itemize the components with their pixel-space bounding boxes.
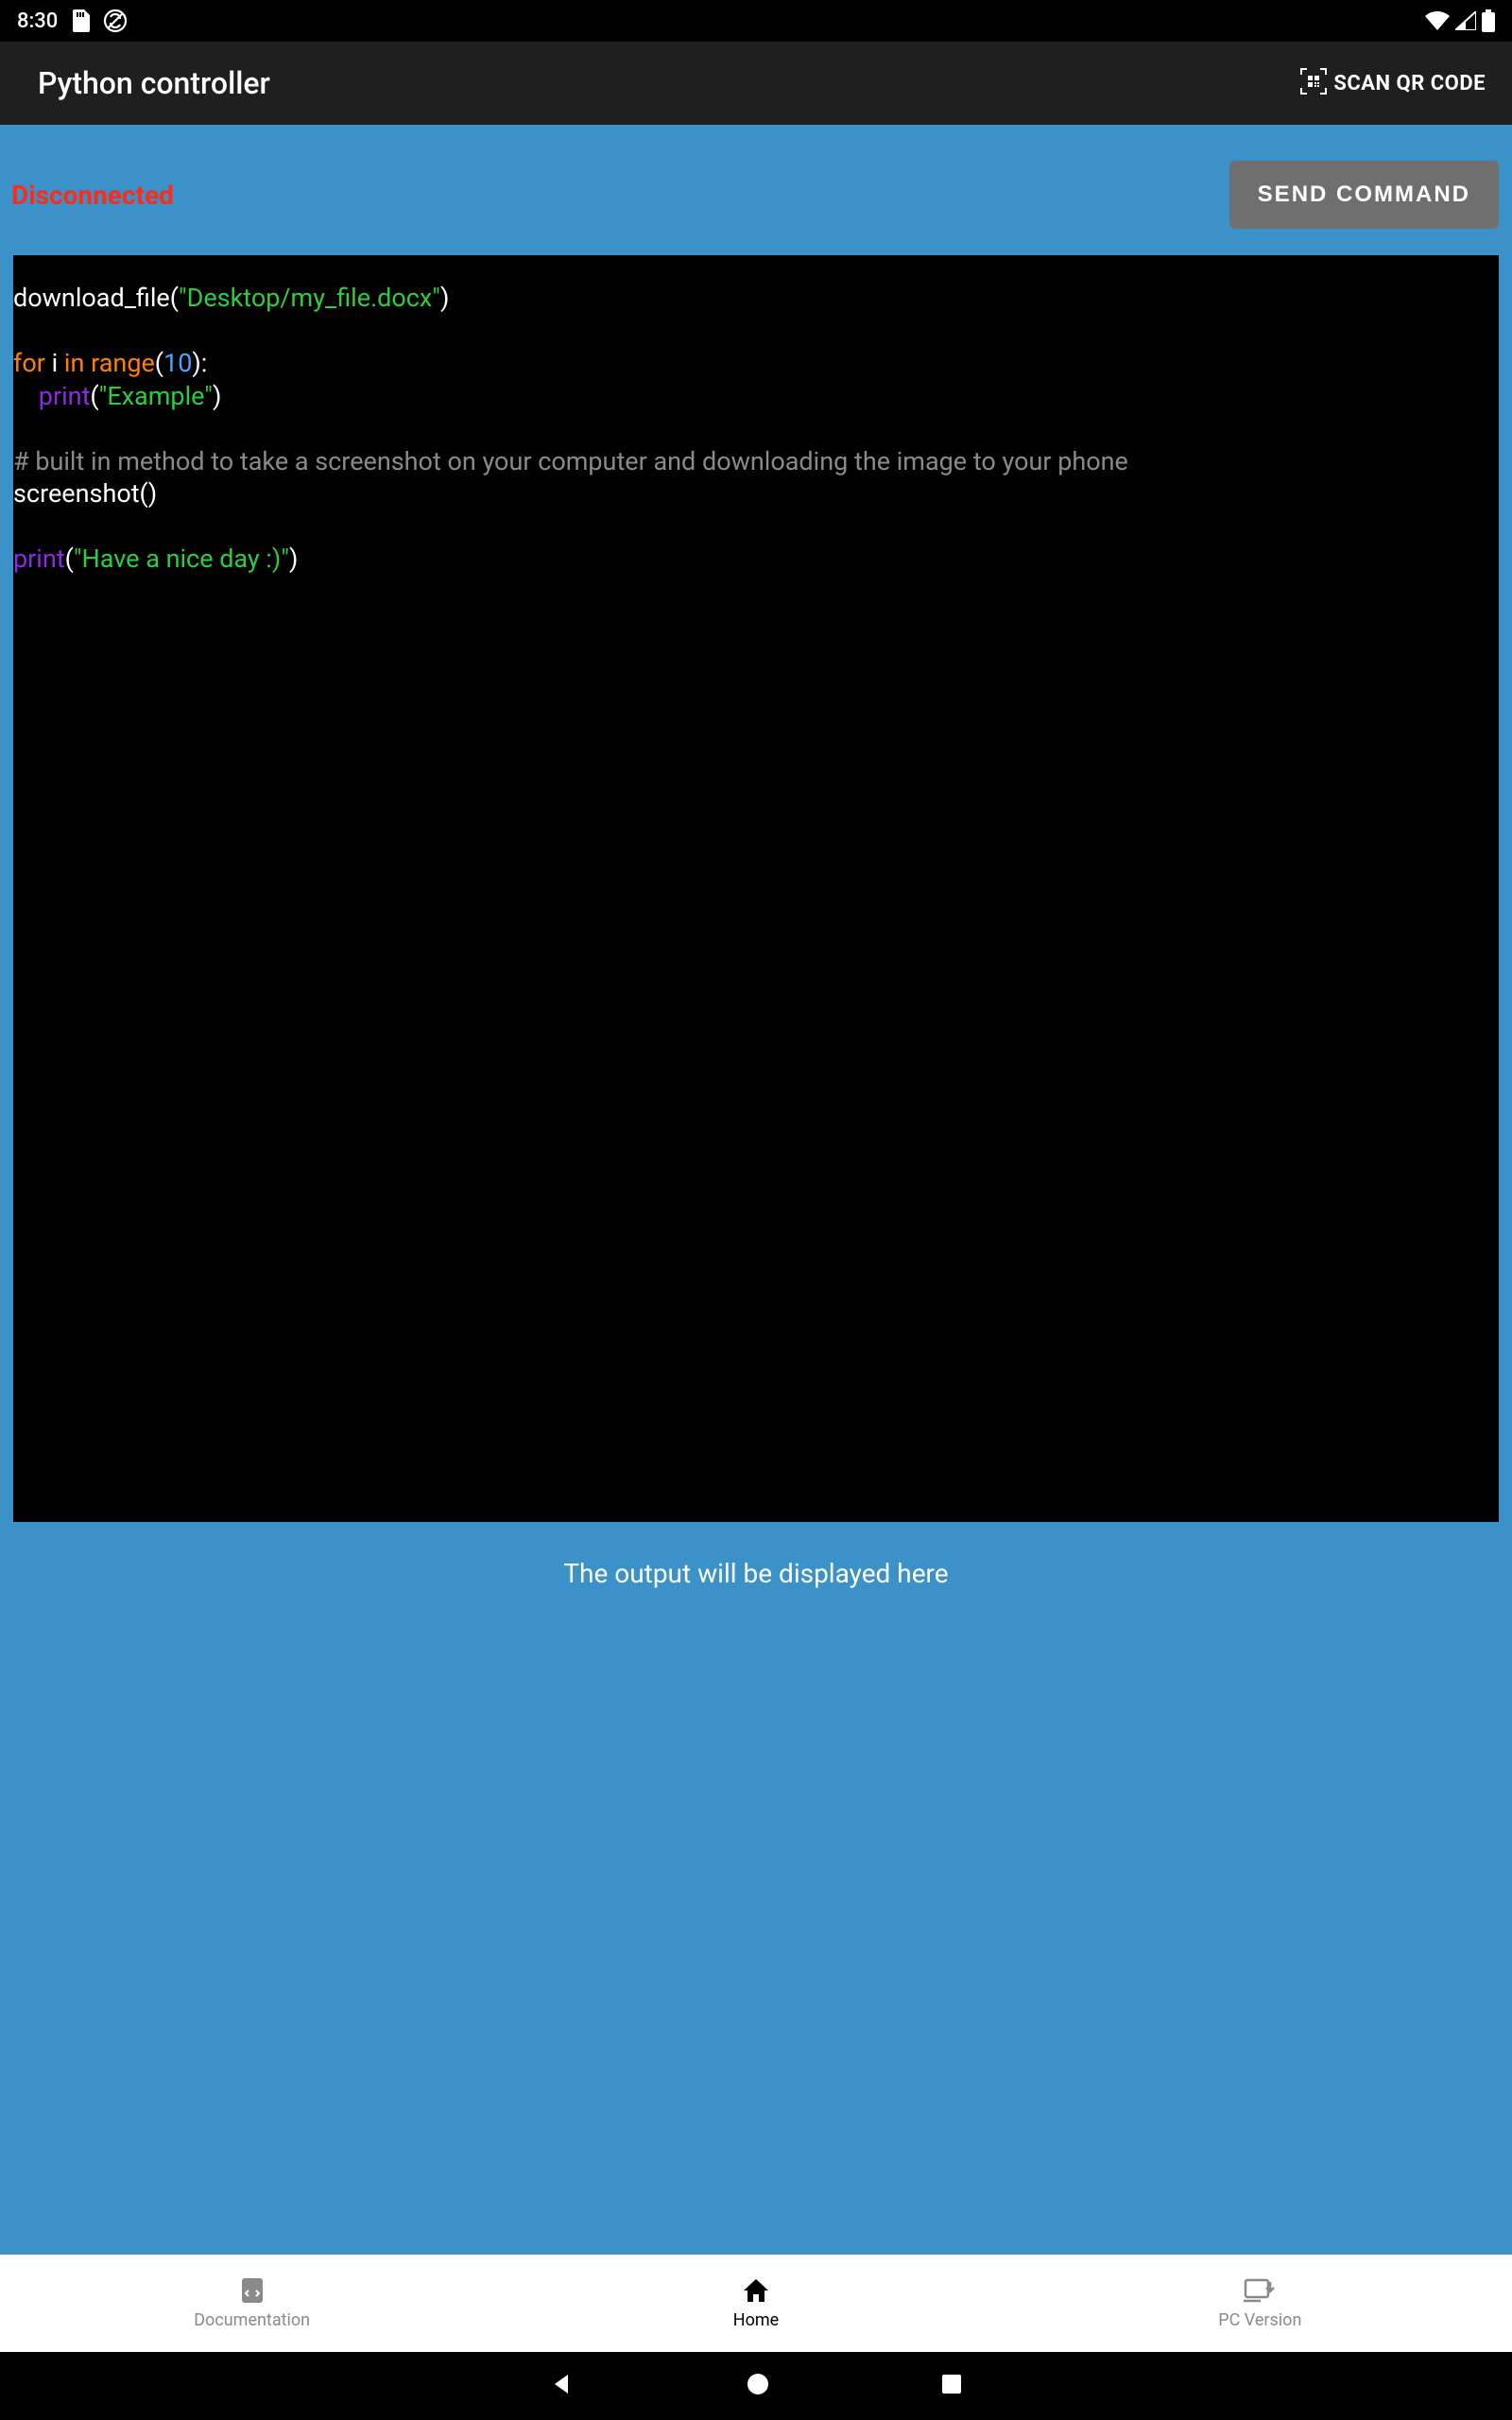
main-area: Disconnected SEND COMMAND download_file(… (0, 125, 1512, 2255)
qr-icon (1299, 67, 1328, 99)
code-editor[interactable]: download_file("Desktop/my_file.docx") fo… (13, 255, 1499, 1522)
nav-documentation[interactable]: Documentation (0, 2255, 504, 2352)
nav-pc-version[interactable]: PC Version (1008, 2255, 1512, 2352)
wifi-icon (1425, 11, 1450, 30)
nav-label: Documentation (194, 2310, 310, 2330)
nav-label: Home (733, 2310, 779, 2330)
home-button[interactable] (746, 2372, 770, 2400)
connection-status: Disconnected (11, 180, 174, 211)
android-nav-bar (0, 2352, 1512, 2420)
app-action-bar: Python controller SCAN QR CODE (0, 42, 1512, 125)
clock: 8:30 (17, 9, 58, 33)
scan-qr-button[interactable]: SCAN QR CODE (1299, 67, 1486, 99)
android-status-bar: 8:30 (0, 0, 1512, 42)
app-title: Python controller (38, 65, 270, 101)
send-command-button[interactable]: SEND COMMAND (1229, 161, 1499, 229)
doc-icon (238, 2276, 266, 2305)
download-icon (1244, 2276, 1276, 2305)
recent-button[interactable] (940, 2373, 963, 2399)
signal-icon (1455, 11, 1476, 30)
nav-home[interactable]: Home (504, 2255, 1007, 2352)
scan-qr-label: SCAN QR CODE (1333, 72, 1486, 95)
bottom-nav: Documentation Home PC Version (0, 2255, 1512, 2352)
battery-icon (1482, 9, 1495, 32)
home-icon (742, 2276, 770, 2305)
nav-label: PC Version (1218, 2310, 1301, 2330)
sd-card-icon (71, 9, 90, 32)
no-sync-icon (103, 9, 128, 33)
back-button[interactable] (549, 2371, 576, 2401)
output-placeholder: The output will be displayed here (13, 1558, 1499, 1589)
